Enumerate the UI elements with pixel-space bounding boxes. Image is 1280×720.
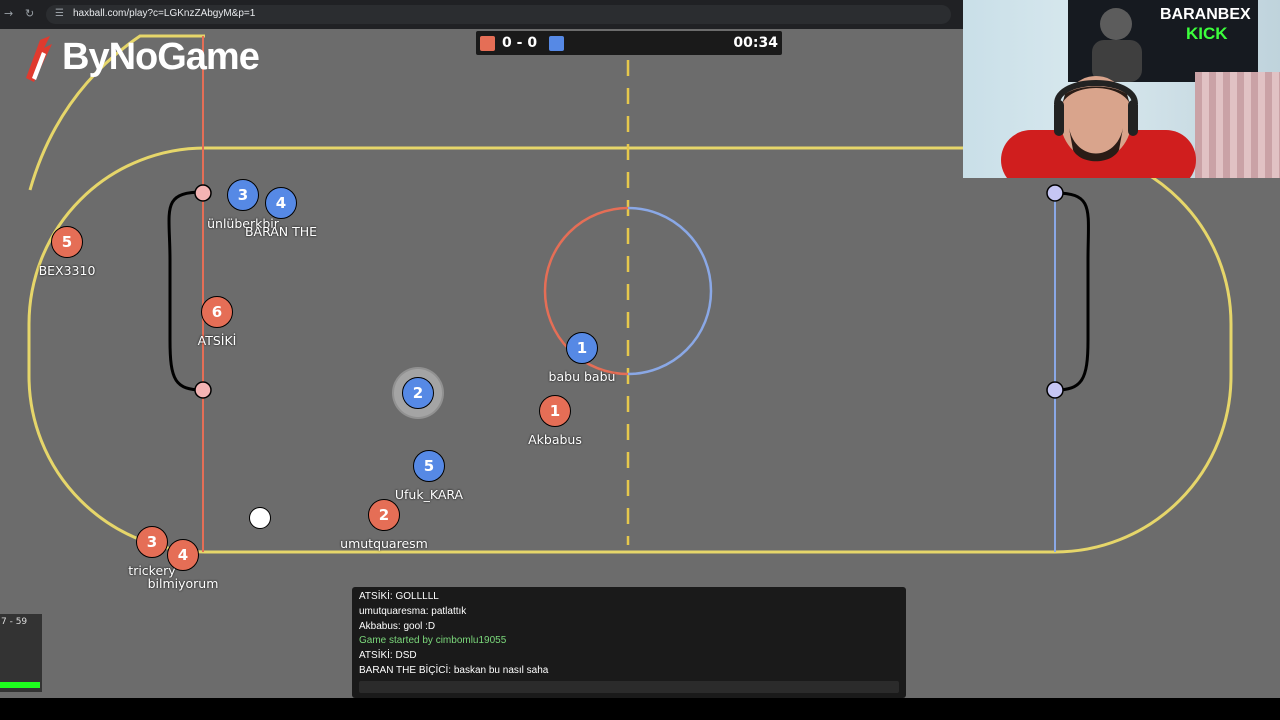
chat-input[interactable]: [359, 681, 899, 693]
fps-graph: [0, 682, 40, 688]
player-name: Akbabus: [528, 432, 582, 447]
match-timer: 00:34: [733, 35, 778, 51]
red-team-indicator: [480, 36, 495, 51]
curtain-image: [1195, 72, 1280, 178]
ball: [249, 507, 271, 529]
player-disc-blue: 5: [413, 450, 445, 482]
player-name: babu babu: [548, 369, 616, 384]
right-goal-post-top: [1046, 184, 1064, 202]
score-display: 0 - 0: [502, 35, 538, 51]
chat-panel: ATSİKİ: GOLLLLL umutquaresma: patlattık …: [352, 587, 906, 698]
right-goal-net: [1054, 191, 1090, 392]
blue-team-indicator: [549, 36, 564, 51]
player-disc-red: 3: [136, 526, 168, 558]
left-goal-post-bottom: [194, 381, 212, 399]
stats-text: 7 - 59: [1, 617, 28, 627]
right-goal-post-bottom: [1046, 381, 1064, 399]
player-name: BARAN THE: [244, 224, 318, 239]
chat-message: umutquaresma: patlattık: [359, 606, 467, 617]
player-disc-red: 1: [539, 395, 571, 427]
chat-message: BARAN THE BİÇİCİ: baskan bu nasıl saha: [359, 665, 549, 676]
player-name: bilmiyorum: [147, 576, 219, 591]
player-disc-red: 5: [51, 226, 83, 258]
player-disc-blue: 4: [265, 187, 297, 219]
player-name: Ufuk_KARA: [394, 487, 464, 502]
logo-text: ByNoGame: [62, 36, 260, 78]
player-disc-red: 6: [201, 296, 233, 328]
player-disc-red: 4: [167, 539, 199, 571]
player-disc-red: 2: [368, 499, 400, 531]
bynogame-logo: ByNoGame: [18, 34, 278, 90]
performance-stats: 7 - 59: [0, 614, 42, 692]
chat-system-message: Game started by cimbomlu19055: [359, 635, 507, 646]
player-disc-blue: 1: [566, 332, 598, 364]
chat-message: ATSİKİ: GOLLLLL: [359, 591, 439, 602]
webcam-overlay: BARANBEX KICK: [963, 0, 1280, 178]
player-name: umutquaresm: [340, 536, 428, 551]
player-name: BEX3310: [38, 263, 96, 278]
player-disc-blue: 3: [227, 179, 259, 211]
player-disc-blue-self: 2: [402, 377, 434, 409]
center-circle-blue-half: [627, 206, 713, 376]
streamer-image: [1001, 76, 1196, 178]
chat-message: ATSİKİ: DSD: [359, 650, 417, 661]
banner-platform: KICK: [1186, 24, 1228, 43]
bynogame-logo-icon: [26, 36, 52, 82]
scoreboard: 0 - 0 00:34: [476, 31, 782, 55]
chat-message: Akbabus: gool :D: [359, 621, 436, 632]
banner-title: BARANBEX: [1160, 6, 1251, 23]
player-name: ATSİKİ: [197, 333, 237, 348]
left-goal-post-top: [194, 184, 212, 202]
